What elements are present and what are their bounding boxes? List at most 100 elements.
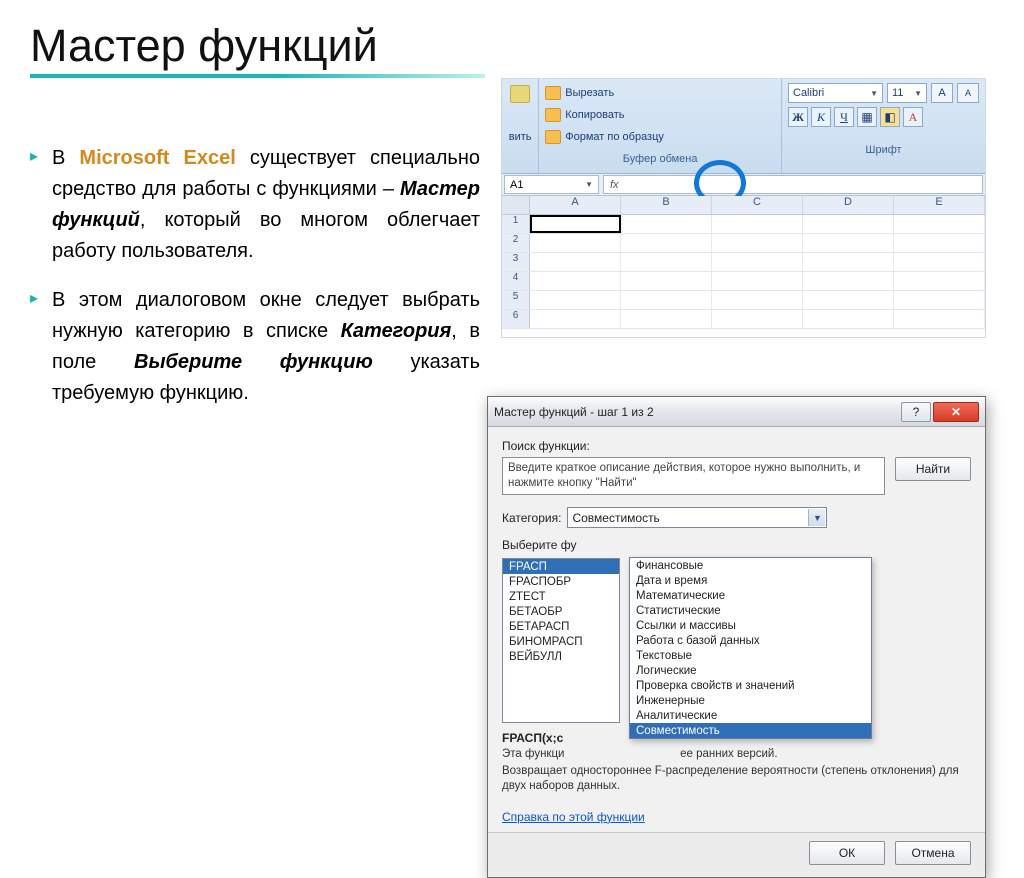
list-item[interactable]: FРАСП bbox=[503, 559, 619, 574]
list-item[interactable]: Финансовые bbox=[630, 558, 871, 573]
column-header[interactable]: B bbox=[621, 196, 712, 214]
column-header[interactable]: A bbox=[530, 196, 621, 214]
cancel-button[interactable]: Отмена bbox=[895, 841, 971, 865]
row-header[interactable]: 2 bbox=[502, 234, 530, 252]
list-item[interactable]: БИНОМРАСП bbox=[503, 634, 619, 649]
spreadsheet-grid[interactable]: A B C D E 1 2 3 4 5 6 bbox=[502, 196, 985, 329]
format-painter-icon[interactable] bbox=[545, 130, 561, 144]
font-size-combo[interactable]: 11▼ bbox=[887, 83, 927, 103]
cell[interactable] bbox=[530, 215, 621, 233]
list-item[interactable]: Дата и время bbox=[630, 573, 871, 588]
cell[interactable] bbox=[894, 234, 985, 252]
list-item[interactable]: ZТЕСТ bbox=[503, 589, 619, 604]
category-combo[interactable]: Совместимость ▼ bbox=[567, 507, 827, 528]
cell[interactable] bbox=[621, 215, 712, 233]
cell[interactable] bbox=[803, 253, 894, 271]
list-item[interactable]: FРАСПОБР bbox=[503, 574, 619, 589]
find-button[interactable]: Найти bbox=[895, 457, 971, 481]
paste-icon[interactable] bbox=[510, 85, 530, 103]
paste-label-fragment: вить bbox=[509, 131, 532, 143]
cell[interactable] bbox=[712, 272, 803, 290]
list-item[interactable]: Работа с базой данных bbox=[630, 633, 871, 648]
cell[interactable] bbox=[621, 310, 712, 328]
close-button[interactable]: ✕ bbox=[933, 402, 979, 422]
list-item[interactable]: БЕТАОБР bbox=[503, 604, 619, 619]
function-description-2: Возвращает одностороннее F-распределение… bbox=[502, 764, 971, 794]
copy-icon[interactable] bbox=[545, 108, 561, 122]
cell[interactable] bbox=[530, 234, 621, 252]
cell[interactable] bbox=[803, 291, 894, 309]
font-color-button[interactable]: A bbox=[903, 107, 923, 127]
text: Эта функци bbox=[502, 748, 564, 760]
row-header[interactable]: 4 bbox=[502, 272, 530, 290]
cell[interactable] bbox=[621, 272, 712, 290]
fill-color-button[interactable]: ◧ bbox=[880, 107, 900, 127]
cell[interactable] bbox=[712, 310, 803, 328]
list-item[interactable]: Текстовые bbox=[630, 648, 871, 663]
bold-button[interactable]: Ж bbox=[788, 107, 808, 127]
cell[interactable] bbox=[530, 310, 621, 328]
font-name-combo[interactable]: Calibri▼ bbox=[788, 83, 883, 103]
column-header[interactable]: D bbox=[803, 196, 894, 214]
cell[interactable] bbox=[894, 253, 985, 271]
grow-font-button[interactable]: A bbox=[931, 83, 953, 103]
cell[interactable] bbox=[530, 253, 621, 271]
column-header[interactable]: E bbox=[894, 196, 985, 214]
clipboard-group-label: Буфер обмена bbox=[545, 153, 775, 165]
cell[interactable] bbox=[621, 291, 712, 309]
cell[interactable] bbox=[621, 253, 712, 271]
copy-button[interactable]: Копировать bbox=[565, 109, 624, 121]
list-item[interactable]: Математические bbox=[630, 588, 871, 603]
search-input[interactable]: Введите краткое описание действия, котор… bbox=[502, 457, 885, 495]
italic-button[interactable]: К bbox=[811, 107, 831, 127]
cell[interactable] bbox=[894, 310, 985, 328]
cell[interactable] bbox=[712, 291, 803, 309]
cell[interactable] bbox=[803, 310, 894, 328]
help-link[interactable]: Справка по этой функции bbox=[502, 810, 645, 824]
scissors-icon[interactable] bbox=[545, 86, 561, 100]
name-box[interactable]: A1▼ bbox=[504, 175, 599, 194]
border-button[interactable]: ▦ bbox=[857, 107, 877, 127]
list-item[interactable]: БЕТАРАСП bbox=[503, 619, 619, 634]
list-item[interactable]: Статистические bbox=[630, 603, 871, 618]
paragraph-1: В Microsoft Excel существует специально … bbox=[30, 143, 480, 267]
help-button[interactable]: ? bbox=[901, 402, 931, 422]
cell[interactable] bbox=[530, 291, 621, 309]
list-item[interactable]: Ссылки и массивы bbox=[630, 618, 871, 633]
row-header[interactable]: 6 bbox=[502, 310, 530, 328]
function-listbox[interactable]: FРАСП FРАСПОБР ZТЕСТ БЕТАОБР БЕТАРАСП БИ… bbox=[502, 558, 620, 723]
cell[interactable] bbox=[894, 291, 985, 309]
cut-button[interactable]: Вырезать bbox=[565, 87, 614, 99]
select-all-corner[interactable] bbox=[502, 196, 530, 214]
format-painter-button[interactable]: Формат по образцу bbox=[565, 131, 664, 143]
fx-icon[interactable]: fx bbox=[610, 179, 619, 191]
cell[interactable] bbox=[894, 215, 985, 233]
list-item[interactable]: Совместимость bbox=[630, 723, 871, 738]
cell[interactable] bbox=[712, 215, 803, 233]
row-header[interactable]: 5 bbox=[502, 291, 530, 309]
cell[interactable] bbox=[803, 272, 894, 290]
ribbon-paste-section: вить bbox=[502, 79, 539, 173]
list-item[interactable]: Аналитические bbox=[630, 708, 871, 723]
cell[interactable] bbox=[803, 215, 894, 233]
category-dropdown-list[interactable]: Финансовые Дата и время Математические С… bbox=[629, 557, 872, 739]
ok-button[interactable]: ОК bbox=[809, 841, 885, 865]
cell[interactable] bbox=[803, 234, 894, 252]
dialog-titlebar[interactable]: Мастер функций - шаг 1 из 2 ? ✕ bbox=[488, 397, 985, 427]
list-item[interactable]: Проверка свойств и значений bbox=[630, 678, 871, 693]
shrink-font-button[interactable]: A bbox=[957, 83, 979, 103]
list-item[interactable]: Инженерные bbox=[630, 693, 871, 708]
chevron-down-icon[interactable]: ▼ bbox=[808, 509, 825, 526]
cell[interactable] bbox=[530, 272, 621, 290]
list-item[interactable]: ВЕЙБУЛЛ bbox=[503, 649, 619, 664]
column-header[interactable]: C bbox=[712, 196, 803, 214]
underline-button[interactable]: Ч bbox=[834, 107, 854, 127]
list-item[interactable]: Логические bbox=[630, 663, 871, 678]
row-header[interactable]: 3 bbox=[502, 253, 530, 271]
cell[interactable] bbox=[712, 234, 803, 252]
cell[interactable] bbox=[712, 253, 803, 271]
row-header[interactable]: 1 bbox=[502, 215, 530, 233]
cell[interactable] bbox=[621, 234, 712, 252]
formula-bar[interactable]: fx bbox=[603, 175, 983, 194]
cell[interactable] bbox=[894, 272, 985, 290]
